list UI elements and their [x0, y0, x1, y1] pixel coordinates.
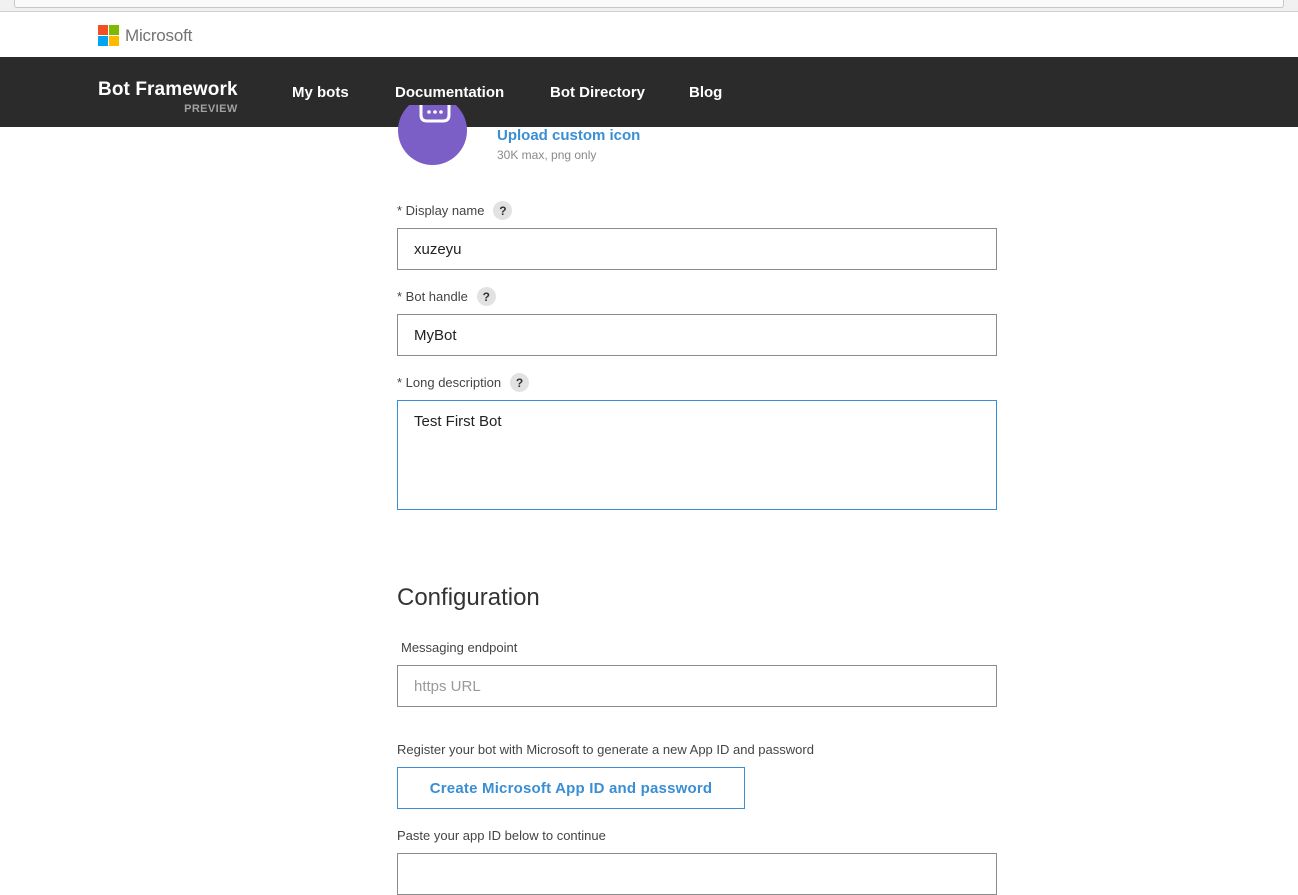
microsoft-logo[interactable]: Microsoft: [98, 25, 192, 46]
long-description-label: * Long description ?: [397, 373, 530, 392]
bot-handle-help-icon[interactable]: ?: [476, 287, 496, 306]
configuration-heading: Configuration: [397, 584, 540, 611]
nav-my-bots[interactable]: My bots: [292, 84, 349, 101]
register-instructions: Register your bot with Microsoft to gene…: [397, 742, 814, 757]
display-name-help-icon[interactable]: ?: [493, 201, 513, 220]
app-id-input[interactable]: [397, 853, 997, 895]
nav-bot-directory[interactable]: Bot Directory: [550, 84, 645, 101]
bot-avatar: [398, 105, 467, 165]
nav-documentation[interactable]: Documentation: [395, 84, 504, 101]
upload-icon-hint: 30K max, png only: [497, 148, 597, 162]
long-description-textarea[interactable]: Test First Bot: [397, 400, 997, 510]
upload-custom-icon-link[interactable]: Upload custom icon: [497, 127, 640, 144]
bot-handle-label: * Bot handle ?: [397, 287, 496, 306]
messaging-endpoint-input[interactable]: [397, 665, 997, 707]
display-name-label: * Display name ?: [397, 201, 513, 220]
browser-tab-edge: [14, 0, 1284, 8]
browser-chrome-strip: [0, 0, 1298, 12]
top-navbar: Bot Framework PREVIEW My bots Documentat…: [0, 57, 1298, 127]
bot-chat-icon: [419, 105, 451, 123]
brand-subtitle: PREVIEW: [184, 103, 238, 115]
messaging-endpoint-label: Messaging endpoint: [401, 640, 518, 655]
long-description-help-icon[interactable]: ?: [510, 373, 530, 392]
display-name-input[interactable]: [397, 228, 997, 270]
paste-app-id-instructions: Paste your app ID below to continue: [397, 828, 606, 843]
microsoft-brand-name: Microsoft: [125, 25, 193, 45]
microsoft-header: Microsoft: [0, 12, 1298, 57]
microsoft-logo-icon: [98, 25, 119, 46]
brand-title: Bot Framework: [98, 79, 238, 100]
create-app-id-button[interactable]: Create Microsoft App ID and password: [397, 767, 745, 809]
bot-framework-brand[interactable]: Bot Framework PREVIEW: [98, 79, 238, 115]
bot-handle-input[interactable]: [397, 314, 997, 356]
nav-blog[interactable]: Blog: [689, 84, 722, 101]
